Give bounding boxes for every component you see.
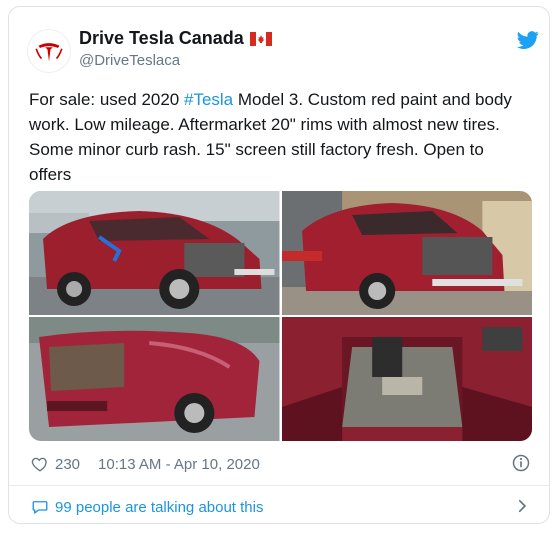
tweet-timestamp[interactable]: 10:13 AM - Apr 10, 2020	[98, 456, 260, 473]
info-icon[interactable]	[511, 453, 531, 473]
tesla-logo-icon[interactable]	[27, 29, 71, 73]
speech-bubble-icon	[32, 501, 48, 514]
tweet-text-start: For sale: used 2020	[29, 90, 184, 109]
account-name-row[interactable]: Drive Tesla Canada	[79, 28, 272, 49]
tweet-text: For sale: used 2020 #Tesla Model 3. Cust…	[29, 87, 529, 187]
account-name[interactable]: Drive Tesla Canada	[79, 28, 244, 49]
chevron-right-icon[interactable]	[513, 497, 531, 515]
canada-flag-icon	[249, 31, 272, 46]
photo-wrecked-car-garage[interactable]	[281, 191, 532, 315]
twitter-bird-icon[interactable]	[517, 29, 539, 51]
like-count[interactable]: 230	[55, 456, 80, 473]
media-grid[interactable]	[29, 191, 532, 441]
hashtag-link[interactable]: #Tesla	[184, 90, 233, 109]
tweet-card[interactable]: Drive Tesla Canada @DriveTeslaca For sal…	[8, 6, 550, 524]
conversation-link[interactable]: 99 people are talking about this	[31, 495, 531, 519]
photo-wrecked-car-side[interactable]	[29, 191, 280, 315]
tweet-header: Drive Tesla Canada @DriveTeslaca	[27, 25, 539, 75]
account-handle[interactable]: @DriveTeslaca	[79, 52, 180, 69]
photo-wrecked-car-rear[interactable]	[29, 317, 280, 441]
tweet-meta: 230 10:13 AM - Apr 10, 2020	[31, 453, 531, 475]
heart-icon[interactable]	[31, 455, 49, 473]
divider	[9, 485, 549, 486]
photo-stripped-interior[interactable]	[281, 317, 532, 441]
conversation-label[interactable]: 99 people are talking about this	[55, 499, 263, 516]
